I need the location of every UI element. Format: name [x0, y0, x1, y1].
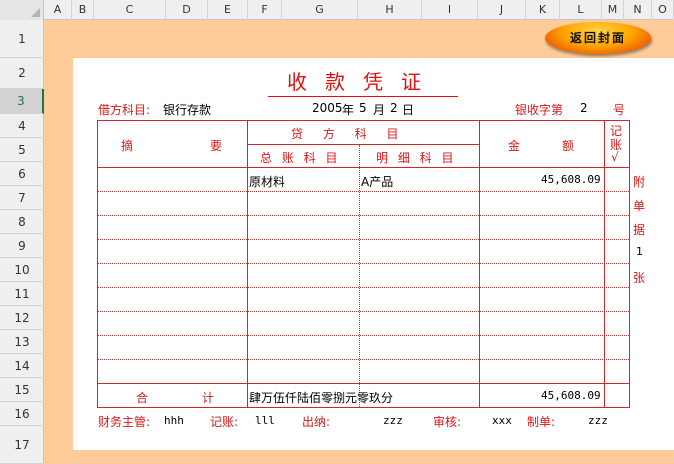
table-row-separator [98, 287, 629, 288]
date-day[interactable]: 2 [390, 101, 398, 115]
bookkeeper-value[interactable]: lll [255, 414, 275, 427]
attachment-char-2: 单 [633, 199, 646, 213]
table-header-bottom [98, 167, 629, 168]
voucher-table: 摘 要 贷 方 科 目 总 账 科 目 明 细 科 目 金 额 记 账 √ 原材… [97, 120, 630, 408]
row-header-16[interactable]: 16 [0, 402, 44, 426]
date-year-unit: 年 [342, 103, 355, 117]
column-header-j[interactable]: J [478, 0, 526, 20]
table-total-line [98, 383, 629, 384]
row-header-11[interactable]: 11 [0, 282, 44, 306]
total-amount-words[interactable]: 肆万伍仟陆佰零捌元零玖分 [249, 389, 393, 406]
column-header-l[interactable]: L [560, 0, 602, 20]
voucher-number-value[interactable]: 2 [580, 101, 588, 115]
bookkeeper-label: 记账: [210, 415, 239, 429]
reviewer-label: 审核: [433, 415, 462, 429]
header-credit-account: 贷 方 科 目 [291, 127, 407, 141]
row-header-5[interactable]: 5 [0, 138, 44, 162]
column-header-i[interactable]: I [422, 0, 478, 20]
header-posted-check-icon: √ [611, 150, 619, 164]
table-row-separator [98, 191, 629, 192]
row-header-8[interactable]: 8 [0, 210, 44, 234]
voucher-title: 收款凭证 [268, 66, 458, 97]
cashier-label: 出纳: [302, 415, 331, 429]
column-header-h[interactable]: H [358, 0, 422, 20]
voucher-number-unit: 号 [613, 103, 626, 117]
row-header-14[interactable]: 14 [0, 354, 44, 378]
row-header-17[interactable]: 17 [0, 426, 44, 464]
column-header-o[interactable]: O [652, 0, 674, 20]
maker-value[interactable]: zzz [588, 414, 608, 427]
column-header-d[interactable]: D [166, 0, 208, 20]
attachment-count[interactable]: 1 [636, 245, 643, 258]
table-header-subline [247, 144, 479, 145]
debit-account-label: 借方科目: [98, 103, 151, 117]
table-row-separator [98, 359, 629, 360]
header-detail-account: 明 细 科 目 [376, 151, 457, 165]
row-header-2[interactable]: 2 [0, 58, 44, 89]
entry-amount[interactable]: 45,608.09 [541, 173, 601, 186]
row-header-6[interactable]: 6 [0, 162, 44, 186]
column-header-e[interactable]: E [208, 0, 248, 20]
attachment-char-1: 附 [633, 175, 646, 189]
column-header-k[interactable]: K [526, 0, 560, 20]
attachment-char-4: 张 [633, 271, 646, 285]
table-row-separator [98, 263, 629, 264]
finance-manager-value[interactable]: hhh [164, 414, 184, 427]
total-label-left: 合 [136, 391, 149, 405]
table-row-separator [98, 335, 629, 336]
header-summary-left: 摘 [121, 139, 134, 153]
table-divider-detail [359, 145, 360, 407]
row-header-7[interactable]: 7 [0, 186, 44, 210]
total-label-right: 计 [202, 391, 215, 405]
header-general-ledger: 总 账 科 目 [260, 151, 341, 165]
row-header-9[interactable]: 9 [0, 234, 44, 258]
row-header-4[interactable]: 4 [0, 114, 44, 138]
column-header-m[interactable]: M [602, 0, 624, 20]
column-header-b[interactable]: B [72, 0, 94, 20]
row-header-15[interactable]: 15 [0, 378, 44, 402]
header-summary-right: 要 [210, 139, 223, 153]
return-to-cover-button[interactable]: 返回封面 [545, 22, 651, 54]
finance-manager-label: 财务主管: [98, 415, 151, 429]
row-header-12[interactable]: 12 [0, 306, 44, 330]
table-row-separator [98, 215, 629, 216]
attachment-char-3: 据 [633, 223, 646, 237]
column-header-c[interactable]: C [94, 0, 166, 20]
cashier-value[interactable]: zzz [383, 414, 403, 427]
header-amount-left: 金 [508, 139, 521, 153]
reviewer-value[interactable]: xxx [492, 414, 512, 427]
date-year[interactable]: 2005 [312, 101, 343, 115]
maker-label: 制单: [527, 415, 556, 429]
row-header-bar: 1 2 3 4 5 6 7 8 9 10 11 12 13 14 15 16 1… [0, 20, 44, 464]
date-day-unit: 日 [402, 103, 415, 117]
column-header-f[interactable]: F [248, 0, 282, 20]
table-divider-posted [604, 121, 605, 407]
column-header-a[interactable]: A [44, 0, 72, 20]
date-month-unit: 月 [373, 103, 386, 117]
header-amount-right: 额 [562, 139, 575, 153]
column-header-bar: A B C D E F G H I J K L M N O [0, 0, 674, 20]
select-all-corner[interactable] [0, 0, 44, 20]
entry-general-account[interactable]: 原材料 [249, 173, 285, 190]
column-header-g[interactable]: G [282, 0, 358, 20]
select-all-triangle-icon [31, 8, 40, 17]
row-header-1[interactable]: 1 [0, 20, 44, 58]
row-header-13[interactable]: 13 [0, 330, 44, 354]
column-header-n[interactable]: N [624, 0, 652, 20]
date-month[interactable]: 5 [359, 101, 367, 115]
table-row-separator [98, 311, 629, 312]
table-divider-amount [479, 121, 480, 407]
debit-account-value[interactable]: 银行存款 [163, 101, 211, 118]
table-divider-summary [247, 121, 248, 407]
row-header-3[interactable]: 3 [0, 89, 44, 114]
entry-detail-account[interactable]: A产品 [361, 173, 393, 190]
voucher-number-label: 银收字第 [515, 103, 564, 117]
total-amount[interactable]: 45,608.09 [541, 389, 601, 402]
row-header-10[interactable]: 10 [0, 258, 44, 282]
table-row-separator [98, 239, 629, 240]
